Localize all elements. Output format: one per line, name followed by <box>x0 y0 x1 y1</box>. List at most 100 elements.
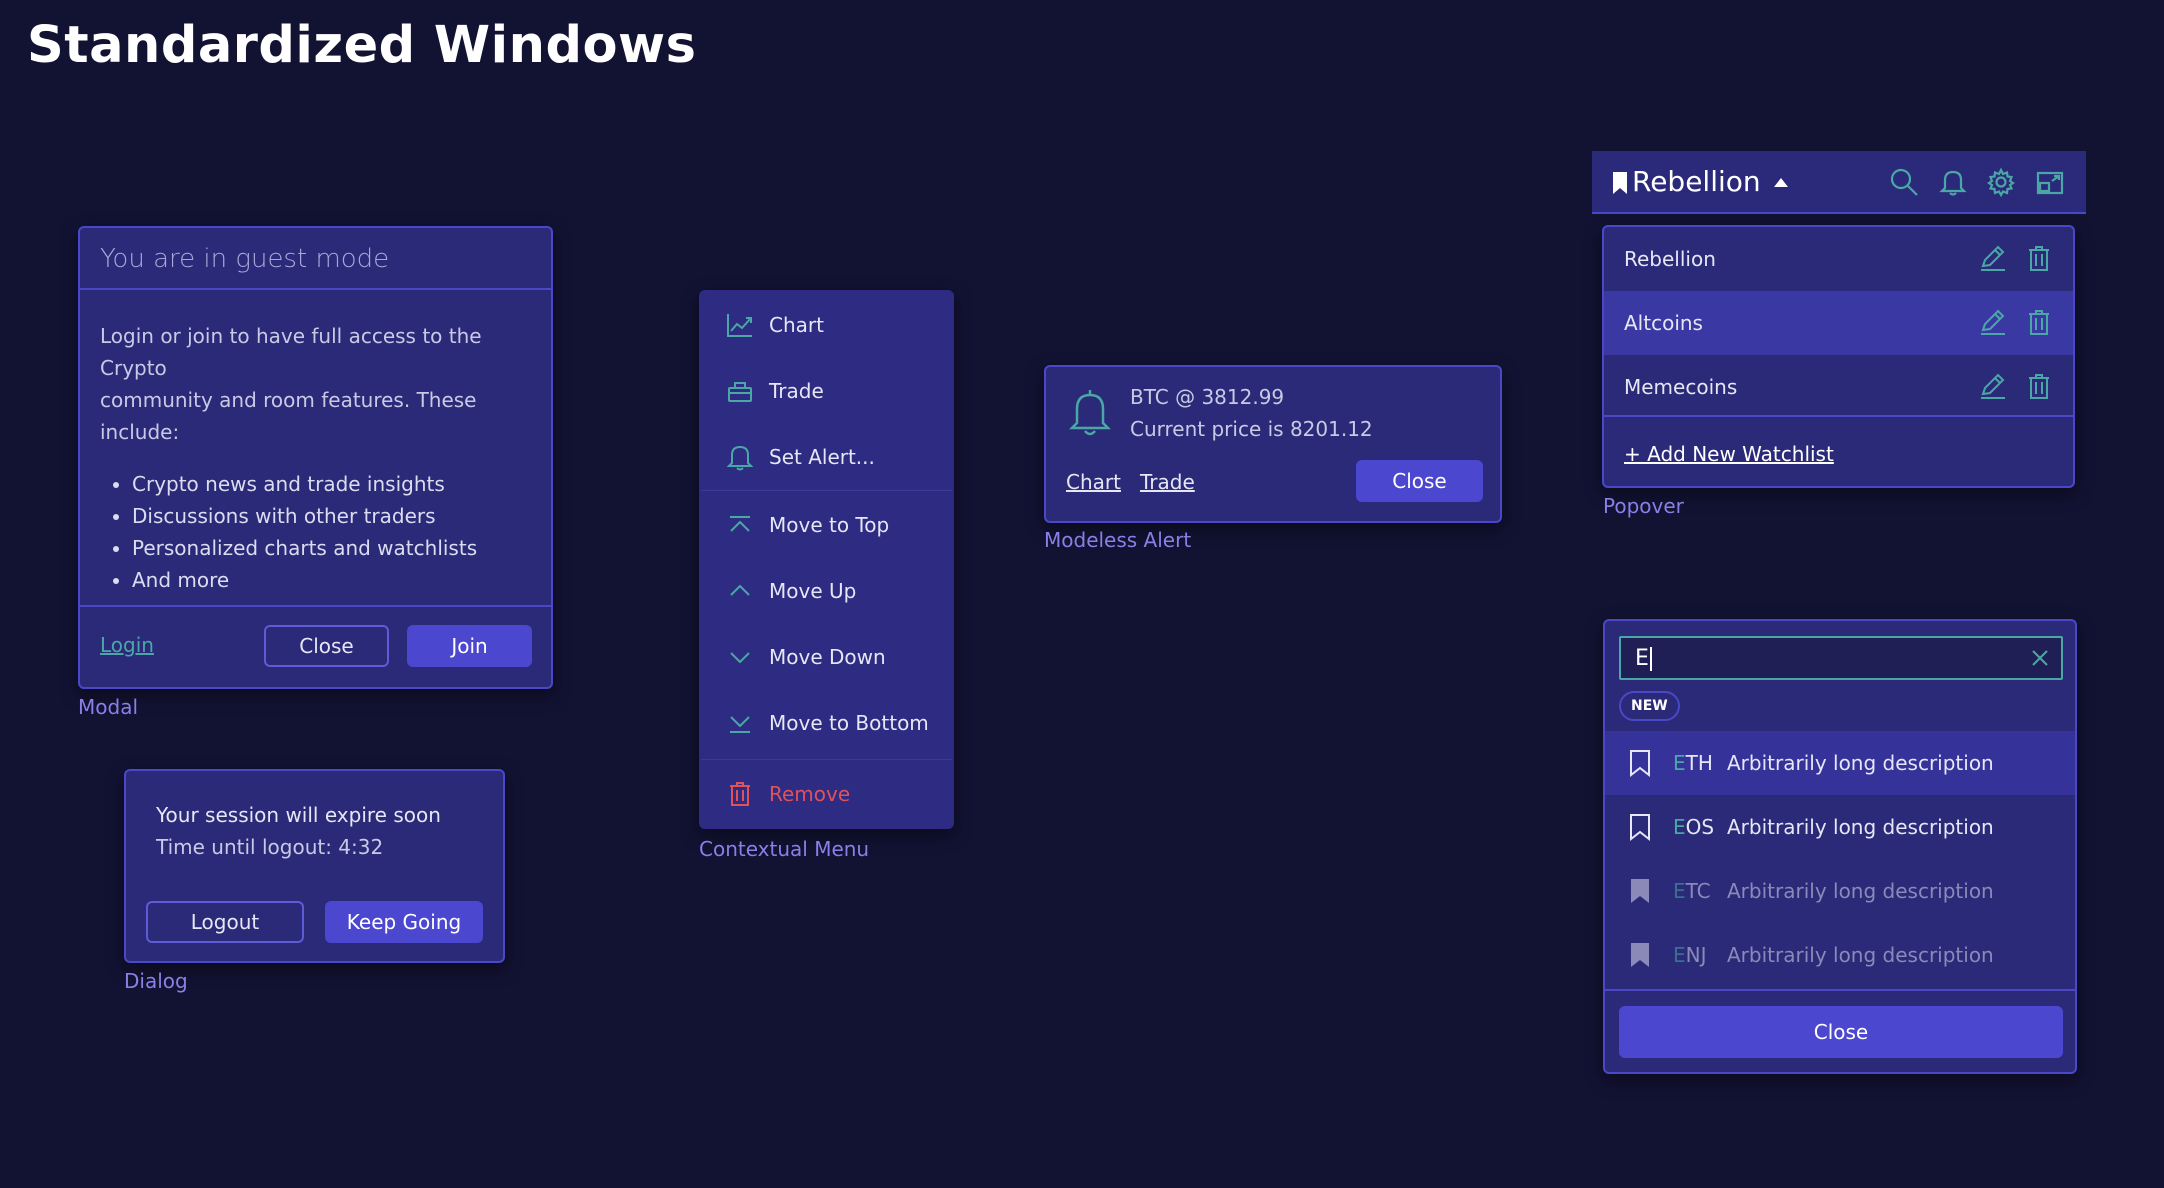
menu-item-trade[interactable]: Trade <box>701 358 952 424</box>
logout-button[interactable]: Logout <box>146 901 304 943</box>
trade-link[interactable]: Trade <box>1140 470 1195 494</box>
trash-icon[interactable] <box>2025 372 2053 400</box>
keep-going-button[interactable]: Keep Going <box>325 901 483 943</box>
menu-item-move-to-top[interactable]: Move to Top <box>701 492 952 558</box>
move-to-top-icon <box>725 510 755 540</box>
modal-body-line: community and room features. These <box>100 388 477 412</box>
bookmark-filled-icon[interactable] <box>1629 877 1651 905</box>
feature-item: Crypto news and trade insights <box>132 468 531 500</box>
result-symbol: ETC <box>1673 879 1711 903</box>
pencil-icon[interactable] <box>1979 308 2007 336</box>
add-watchlist-link[interactable]: + Add New Watchlist <box>1624 442 1834 466</box>
watchlist-popover: Rebellion Altcoins Memecoins + Add New W… <box>1602 225 2075 488</box>
feature-item: Discussions with other traders <box>132 500 531 532</box>
bell-icon <box>1066 387 1114 439</box>
chart-icon <box>725 310 755 340</box>
feature-item: And more <box>132 564 531 596</box>
menu-separator <box>701 759 952 760</box>
pencil-icon[interactable] <box>1979 244 2007 272</box>
modal-body: Login or join to have full access to the… <box>80 290 551 596</box>
search-result[interactable]: ENJ Arbitrarily long description <box>1605 923 2075 987</box>
dialog-caption: Dialog <box>124 969 188 993</box>
search-input[interactable]: E <box>1619 636 2063 680</box>
close-button[interactable]: Close <box>264 625 389 667</box>
watchlist-item[interactable]: Rebellion <box>1604 227 2073 291</box>
modeless-alert-caption: Modeless Alert <box>1044 528 1192 552</box>
result-symbol: ENJ <box>1673 943 1707 967</box>
bell-icon <box>725 442 755 472</box>
result-symbol: EOS <box>1673 815 1715 839</box>
clear-icon[interactable] <box>2031 649 2049 667</box>
result-description: Arbitrarily long description <box>1727 751 1994 775</box>
close-button[interactable]: Close <box>1619 1006 2063 1058</box>
watchlist-item-label: Memecoins <box>1624 375 1738 399</box>
chevron-up-icon <box>725 576 755 606</box>
trash-icon[interactable] <box>2025 308 2053 336</box>
close-button[interactable]: Close <box>1356 460 1483 502</box>
menu-item-label: Chart <box>769 313 824 337</box>
watchlist-item-label: Rebellion <box>1624 247 1716 271</box>
menu-item-move-to-bottom[interactable]: Move to Bottom <box>701 690 952 756</box>
alert-subtitle: Current price is 8201.12 <box>1130 417 1373 441</box>
watchlist-item[interactable]: Altcoins <box>1604 291 2073 355</box>
watchlist-selector[interactable]: Rebellion <box>1632 165 1789 198</box>
contextual-menu-caption: Contextual Menu <box>699 837 870 861</box>
pencil-icon[interactable] <box>1979 372 2007 400</box>
menu-item-label: Move Down <box>769 645 886 669</box>
menu-item-chart[interactable]: Chart <box>701 292 952 358</box>
alert-title: BTC @ 3812.99 <box>1130 385 1285 409</box>
search-icon[interactable] <box>1889 167 1919 197</box>
login-link[interactable]: Login <box>100 633 154 657</box>
trash-icon[interactable] <box>2025 244 2053 272</box>
result-description: Arbitrarily long description <box>1727 815 1994 839</box>
menu-item-label: Move Up <box>769 579 857 603</box>
watchlist-header: Rebellion <box>1592 151 2086 214</box>
dialog-countdown: Time until logout: 4:32 <box>156 835 384 859</box>
modeless-alert: BTC @ 3812.99 Current price is 8201.12 C… <box>1044 365 1502 523</box>
popout-icon[interactable] <box>2035 167 2065 197</box>
trash-icon <box>725 779 755 809</box>
popover-caption: Popover <box>1603 494 1684 518</box>
menu-item-set-alert[interactable]: Set Alert... <box>701 424 952 490</box>
session-expire-dialog: Your session will expire soon Time until… <box>124 769 505 963</box>
watchlist-selected-label: Rebellion <box>1632 165 1761 198</box>
guest-mode-modal: You are in guest mode Login or join to h… <box>78 226 553 689</box>
menu-item-move-up[interactable]: Move Up <box>701 558 952 624</box>
modal-caption: Modal <box>78 695 138 719</box>
feature-item: Personalized charts and watchlists <box>132 532 531 564</box>
menu-item-label: Set Alert... <box>769 445 875 469</box>
caret-up-icon <box>1773 176 1789 188</box>
page-title: Standardized Windows <box>27 16 697 75</box>
watchlist-item[interactable]: Memecoins <box>1604 355 2073 419</box>
popover-divider <box>1604 415 2073 417</box>
bookmark-outline-icon[interactable] <box>1629 813 1651 841</box>
modal-body-line: Login or join to have full access to the… <box>100 324 482 380</box>
menu-item-move-down[interactable]: Move Down <box>701 624 952 690</box>
chart-link[interactable]: Chart <box>1066 470 1121 494</box>
search-divider <box>1605 989 2075 991</box>
bell-icon[interactable] <box>1938 167 1968 197</box>
move-to-bottom-icon <box>725 708 755 738</box>
menu-item-remove[interactable]: Remove <box>701 761 952 827</box>
join-button[interactable]: Join <box>407 625 532 667</box>
result-description: Arbitrarily long description <box>1727 943 1994 967</box>
menu-item-label: Move to Bottom <box>769 711 929 735</box>
text-cursor <box>1649 647 1652 671</box>
search-result[interactable]: ETC Arbitrarily long description <box>1605 859 2075 923</box>
menu-item-label: Move to Top <box>769 513 890 537</box>
gear-icon[interactable] <box>1986 167 2016 197</box>
modal-title: You are in guest mode <box>80 228 551 290</box>
result-description: Arbitrarily long description <box>1727 879 1994 903</box>
bookmark-icon <box>1612 171 1628 195</box>
chevron-down-icon <box>725 642 755 672</box>
bookmark-filled-icon[interactable] <box>1629 941 1651 969</box>
watchlist-item-label: Altcoins <box>1624 311 1703 335</box>
menu-separator <box>701 490 952 491</box>
bookmark-outline-icon[interactable] <box>1629 749 1651 777</box>
symbol-search-panel: E NEW ETH Arbitrarily long description E… <box>1603 619 2077 1074</box>
search-result[interactable]: ETH Arbitrarily long description <box>1605 731 2075 795</box>
search-result[interactable]: EOS Arbitrarily long description <box>1605 795 2075 859</box>
modal-body-line: include: <box>100 420 180 444</box>
search-query: E <box>1635 646 1649 671</box>
modal-footer: Login Close Join <box>80 605 551 687</box>
